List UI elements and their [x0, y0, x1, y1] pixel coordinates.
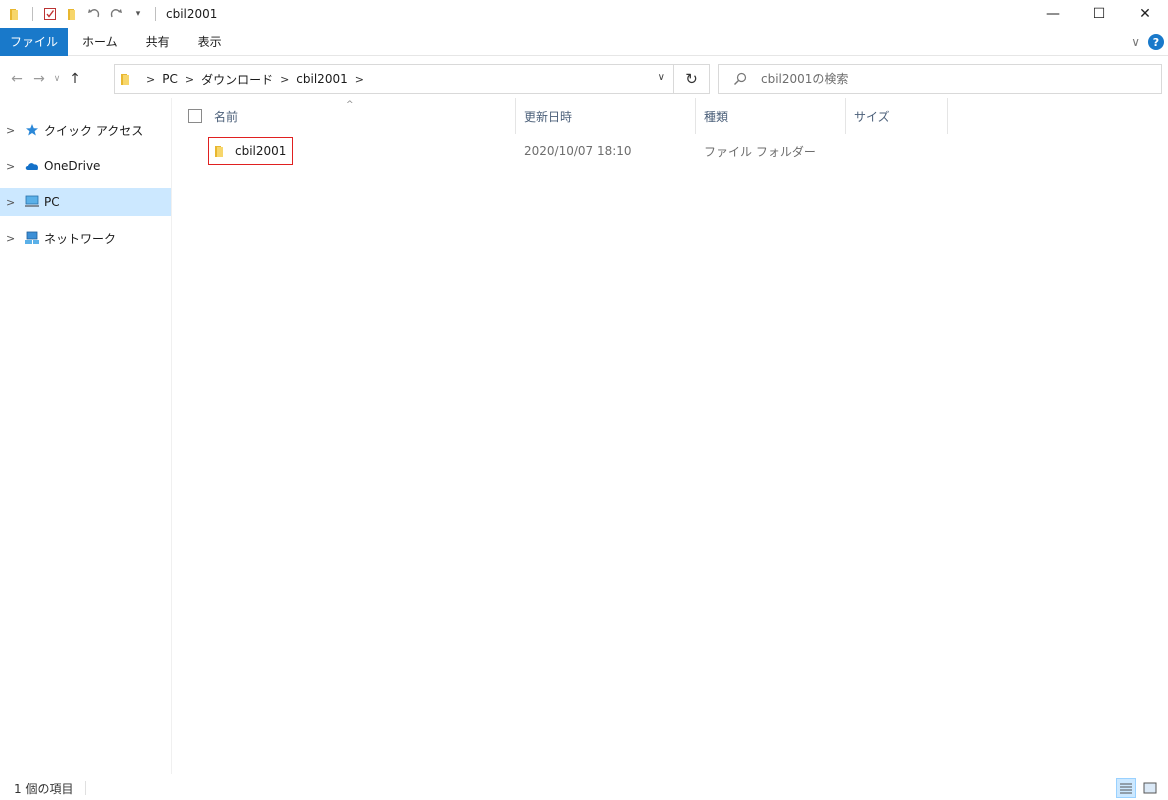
chevron-right-icon[interactable]: >: [6, 196, 20, 209]
address-bar[interactable]: > PC > ダウンロード > cbil2001 > ∨: [114, 64, 674, 94]
item-count: 1 個の項目: [14, 781, 74, 796]
column-header-row: ^ 名前 更新日時 種類 サイズ: [174, 98, 1168, 134]
folder-icon: [213, 144, 227, 158]
sidebar-item-network[interactable]: > ネットワーク: [0, 224, 171, 252]
expand-ribbon-chevron-icon[interactable]: ∨: [1131, 35, 1140, 49]
breadcrumb-separator[interactable]: >: [185, 73, 194, 86]
breadcrumb-separator[interactable]: >: [355, 73, 364, 86]
recent-locations-dropdown[interactable]: ∨: [50, 64, 64, 94]
tab-file[interactable]: ファイル: [0, 27, 69, 56]
search-icon: [733, 72, 747, 86]
chevron-right-icon[interactable]: >: [6, 124, 20, 137]
view-buttons: [1116, 778, 1160, 798]
window-controls: — ☐ ✕: [1030, 0, 1168, 28]
star-icon: [24, 122, 40, 138]
highlighted-folder-item[interactable]: cbil2001: [208, 137, 294, 165]
up-button[interactable]: ↑: [64, 64, 86, 94]
breadcrumb-pc[interactable]: PC: [162, 72, 178, 86]
large-icons-view-icon[interactable]: [1140, 778, 1160, 798]
help-icon[interactable]: ?: [1148, 34, 1164, 50]
chevron-down-icon[interactable]: ∨: [658, 72, 665, 83]
minimize-button[interactable]: —: [1030, 0, 1076, 28]
customize-toolbar-dropdown[interactable]: ▾: [127, 3, 149, 25]
sidebar-item-pc[interactable]: > PC: [0, 188, 171, 216]
table-row[interactable]: cbil2001 2020/10/07 18:10 ファイル フォルダー: [174, 136, 1168, 166]
navigation-pane: > クイック アクセス > OneDrive > PC > ネットワーク: [0, 98, 172, 774]
breadcrumb-current-folder[interactable]: cbil2001: [296, 72, 347, 86]
sidebar-item-onedrive[interactable]: > OneDrive: [0, 152, 171, 180]
column-header-modified[interactable]: 更新日時: [516, 98, 696, 134]
close-button[interactable]: ✕: [1122, 0, 1168, 28]
window-title: cbil2001: [166, 7, 218, 21]
status-divider: [85, 781, 87, 795]
undo-button[interactable]: [83, 3, 105, 25]
sidebar-item-quick-access[interactable]: > クイック アクセス: [0, 116, 171, 144]
redo-button[interactable]: [105, 3, 127, 25]
network-icon: [24, 230, 40, 246]
sidebar-item-label: PC: [44, 195, 60, 209]
navigation-bar: ← → ∨ ↑ > PC > ダウンロード > cbil2001 > ∨ ↻: [0, 60, 1168, 98]
file-name: cbil2001: [235, 144, 287, 158]
file-list-pane: ^ 名前 更新日時 種類 サイズ cbil2001 2020/10/07 18:…: [174, 98, 1168, 774]
file-type: ファイル フォルダー: [704, 144, 816, 159]
quick-access-toolbar: ▾: [0, 0, 162, 28]
column-header-size[interactable]: サイズ: [846, 98, 948, 134]
search-input[interactable]: [761, 72, 1141, 86]
properties-button[interactable]: [39, 3, 61, 25]
sidebar-item-label: OneDrive: [44, 159, 101, 173]
cloud-icon: [24, 158, 40, 174]
back-button[interactable]: ←: [6, 64, 28, 94]
toolbar-divider: [32, 7, 33, 21]
file-modified-date: 2020/10/07 18:10: [524, 144, 632, 158]
tab-home[interactable]: ホーム: [68, 28, 132, 56]
sidebar-item-label: クイック アクセス: [44, 123, 144, 138]
file-name-cell[interactable]: cbil2001: [208, 136, 294, 166]
title-bar: ▾ cbil2001 — ☐ ✕: [0, 0, 1168, 28]
pc-icon: [24, 194, 40, 210]
breadcrumb-separator[interactable]: >: [280, 73, 289, 86]
ribbon-right-controls: ∨ ?: [1131, 28, 1164, 56]
new-folder-button[interactable]: [61, 3, 83, 25]
column-header-label: サイズ: [854, 109, 890, 124]
column-header-name[interactable]: 名前: [174, 98, 516, 134]
sidebar-item-label: ネットワーク: [44, 231, 117, 246]
column-header-type[interactable]: 種類: [696, 98, 846, 134]
folder-icon: [119, 72, 133, 86]
folder-icon: [4, 3, 26, 25]
chevron-right-icon[interactable]: >: [6, 232, 20, 245]
breadcrumb-separator[interactable]: >: [146, 73, 155, 86]
sort-ascending-icon: ^: [346, 100, 354, 110]
column-header-label: 更新日時: [524, 109, 573, 124]
status-bar: 1 個の項目: [0, 776, 1168, 800]
refresh-button[interactable]: ↻: [674, 64, 710, 94]
forward-button[interactable]: →: [28, 64, 50, 94]
breadcrumb-downloads[interactable]: ダウンロード: [201, 71, 273, 88]
ribbon-tabs: ファイル ホーム 共有 表示 ∨ ?: [0, 27, 1168, 56]
search-box[interactable]: [718, 64, 1162, 94]
column-header-label: 種類: [704, 109, 729, 124]
chevron-right-icon[interactable]: >: [6, 160, 20, 173]
toolbar-divider: [155, 7, 156, 21]
details-view-icon[interactable]: [1116, 778, 1136, 798]
tab-view[interactable]: 表示: [184, 28, 236, 56]
tab-share[interactable]: 共有: [132, 28, 184, 56]
select-all-checkbox[interactable]: [188, 109, 202, 123]
column-header-label: 名前: [214, 109, 239, 124]
maximize-button[interactable]: ☐: [1076, 0, 1122, 28]
